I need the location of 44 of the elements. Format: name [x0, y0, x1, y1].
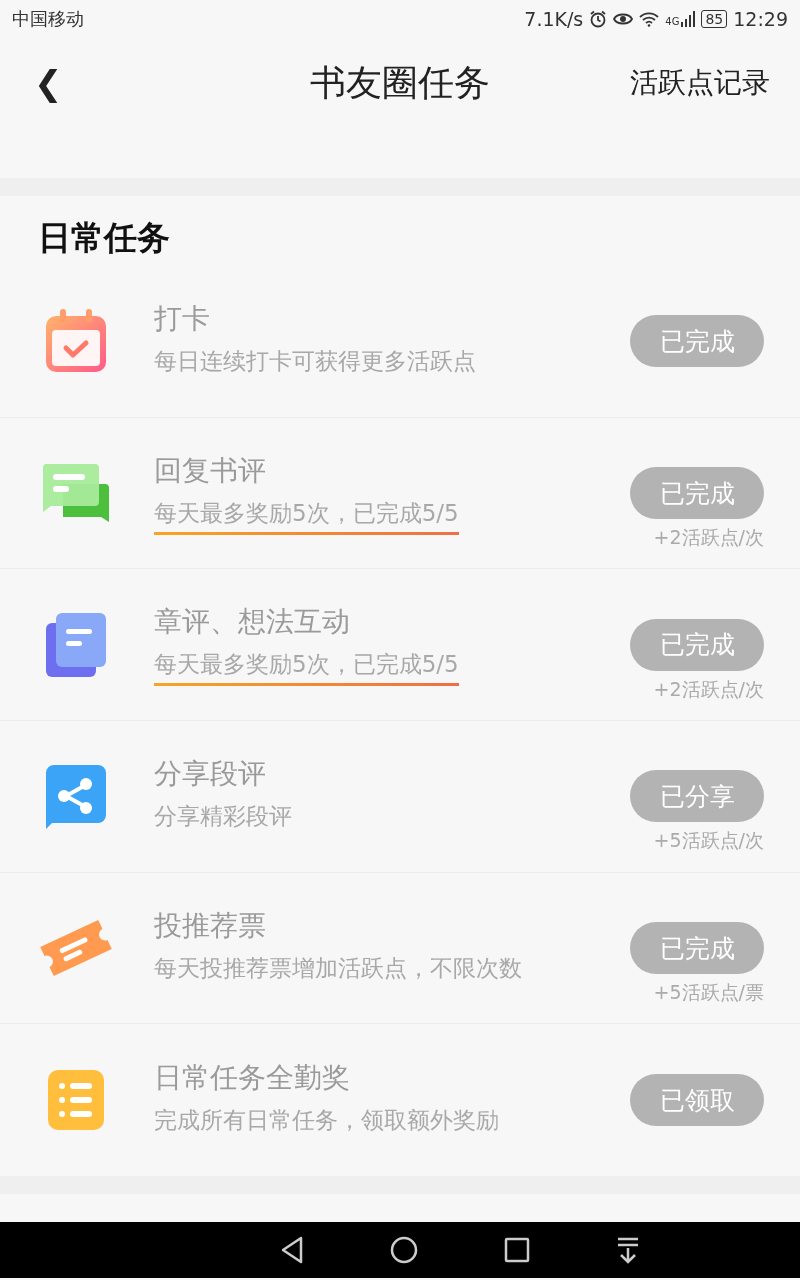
reward-label: +5活跃点/次 [653, 828, 764, 854]
task-description: 每天最多奖励5次，已完成5/5 [154, 649, 459, 687]
task-description: 每天最多奖励5次，已完成5/5 [154, 497, 459, 535]
wifi-icon [639, 11, 660, 27]
task-title: 打卡 [154, 300, 210, 337]
task-status-button[interactable]: 已完成 [630, 922, 764, 974]
clock-time: 12:29 [733, 8, 788, 30]
task-title: 投推荐票 [154, 907, 266, 944]
network-speed: 7.1K/s [524, 8, 584, 30]
task-status-button[interactable]: 已领取 [630, 1074, 764, 1127]
list-icon [46, 1068, 106, 1133]
notification-nav-icon[interactable] [616, 1236, 640, 1264]
calendar-icon [44, 308, 108, 375]
alarm-icon [589, 10, 608, 28]
signal-icon [681, 11, 696, 27]
eye-icon [613, 11, 634, 27]
task-description: 分享精彩段评 [154, 801, 292, 831]
carrier-name: 中国移动 [12, 7, 84, 31]
share-icon [44, 763, 108, 830]
reward-label: +2活跃点/次 [653, 525, 764, 550]
reward-label: +5活跃点/票 [653, 980, 764, 1005]
task-status-button[interactable]: 已完成 [630, 315, 764, 368]
battery-level: 85 [701, 10, 728, 28]
task-status-button[interactable]: 已完成 [630, 467, 764, 519]
page-title: 书友圈任务 [310, 60, 490, 105]
task-title: 章评、想法互动 [154, 604, 350, 641]
task-description: 每天投推荐票增加活跃点，不限次数 [154, 953, 522, 983]
task-status-button[interactable]: 已完成 [630, 618, 764, 671]
task-title: 分享段评 [154, 755, 266, 792]
task-title: 日常任务全勤奖 [154, 1059, 350, 1096]
network-type: 4G [665, 16, 680, 27]
chat-bubbles-icon [41, 462, 111, 524]
back-nav-icon[interactable] [280, 1236, 304, 1264]
home-nav-icon[interactable] [390, 1236, 418, 1264]
back-button[interactable]: ❮ [34, 63, 63, 103]
activity-record-link[interactable]: 活跃点记录 [630, 64, 770, 102]
task-status-button[interactable]: 已分享 [630, 770, 764, 823]
section-title: 日常任务 [37, 217, 171, 259]
recents-nav-icon[interactable] [504, 1237, 530, 1263]
task-description: 完成所有日常任务，领取额外奖励 [154, 1105, 499, 1135]
task-description: 每日连续打卡可获得更多活跃点 [154, 346, 476, 376]
document-icon [44, 610, 108, 679]
reward-label: +2活跃点/次 [653, 676, 764, 702]
task-title: 回复书评 [154, 452, 266, 489]
